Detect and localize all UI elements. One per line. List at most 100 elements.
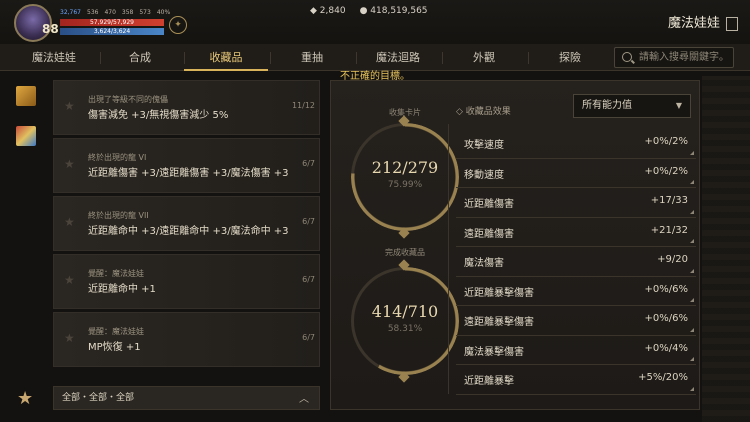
effect-value: +5%/20%: [638, 372, 688, 383]
stat-5: 573: [139, 9, 151, 16]
item-effect: 傷害減免 +3/無視傷害減少 5%: [88, 110, 229, 121]
effect-row: 遠距離傷害 +21/32: [456, 218, 696, 247]
cards-value: 212/279: [371, 158, 439, 177]
combat-power-stat: 32,767: [60, 9, 81, 16]
effect-value: +17/33: [650, 195, 688, 206]
chevron-down-icon: ▼: [675, 101, 682, 110]
filter-dropdown[interactable]: 全部・全部・全部 ︿: [53, 386, 320, 410]
player-stats: 32,767 536 470 358 573 40%: [60, 9, 170, 16]
currency-display: ◆ 2,840 ● 418,519,565: [310, 6, 428, 16]
effect-row: 近距離暴擊 +5%/20%: [456, 365, 696, 395]
item-subtitle: 覺醒：魔法娃娃: [88, 327, 144, 336]
decorative-border: [702, 76, 750, 422]
effect-row: 魔法傷害 +9/20: [456, 247, 696, 277]
cards-progress-arc: [351, 123, 459, 231]
effect-row: 魔法暴擊傷害 +0%/4%: [456, 336, 696, 365]
completed-progress-ring: 414/710 58.31%: [351, 259, 459, 383]
effect-value: +21/32: [650, 224, 688, 236]
mp-bar: 3,624/3,624: [60, 28, 164, 35]
diamond-icon: ◆: [310, 6, 320, 16]
stat-filter-dropdown[interactable]: 所有能力值 ▼: [573, 94, 691, 118]
diamond-currency: ◆ 2,840: [310, 6, 346, 16]
effect-name: 魔法傷害: [464, 258, 504, 269]
corner-mark: [690, 268, 694, 273]
effect-value: +0%/4%: [644, 342, 688, 354]
window-title-area: 魔法娃娃: [668, 12, 738, 31]
completed-value: 414/710: [371, 302, 439, 321]
item-count: 11/12: [291, 101, 315, 110]
effect-row: 遠距離暴擊傷害 +0%/6%: [456, 306, 696, 336]
search-placeholder: 請輸入搜尋關鍵字。: [639, 52, 729, 63]
completed-label: 完成收藏品: [385, 248, 425, 257]
item-count: 6/7: [302, 333, 315, 342]
effect-name: 近距離暴擊傷害: [464, 287, 534, 299]
favorite-star-icon[interactable]: ★: [64, 331, 75, 345]
effect-name: 攻擊速度: [464, 140, 504, 151]
player-level: 88: [42, 22, 59, 36]
favorite-star-icon[interactable]: ★: [64, 215, 75, 229]
search-input[interactable]: 請輸入搜尋關鍵字。: [614, 47, 734, 68]
stat-4: 358: [121, 9, 134, 16]
spellbook-icon[interactable]: [16, 126, 36, 146]
corner-mark: [690, 327, 694, 332]
favorite-star-icon[interactable]: ★: [64, 99, 75, 113]
hp-bar: 57,929/57,929: [60, 19, 164, 26]
favorite-star-icon[interactable]: ★: [64, 273, 75, 287]
filter-label: 全部・全部・全部: [62, 393, 135, 403]
window-title: 魔法娃娃: [667, 16, 720, 31]
chevron-up-icon: ︿: [299, 394, 309, 405]
stat-2: 536: [87, 9, 99, 16]
list-item[interactable]: ★ 覺醒：魔法娃娃 MP恢復 +1 6/7: [53, 312, 320, 367]
effect-value: +0%/6%: [644, 283, 688, 295]
collection-list: ★ 出現了等級不同的傀儡 傷害減免 +3/無視傷害減少 5% 11/12 ★ 終…: [53, 80, 320, 380]
favorite-star-icon[interactable]: ★: [64, 157, 75, 171]
corner-mark: [690, 357, 694, 361]
completed-percent: 58.31%: [387, 324, 423, 334]
item-count: 6/7: [302, 275, 315, 284]
effect-row: 移動速度 +0%/2%: [456, 159, 696, 188]
completed-progress-arc: [351, 267, 459, 375]
book-icon[interactable]: [16, 86, 36, 106]
item-subtitle: 覺醒：魔法娃娃: [88, 269, 144, 278]
cards-percent: 75.99%: [387, 180, 423, 190]
effect-value: +0%/2%: [644, 136, 688, 147]
stat-6: 40%: [156, 9, 171, 16]
gold-currency: ● 418,519,565: [359, 6, 428, 16]
guild-emblem-icon[interactable]: ✦: [169, 16, 187, 34]
favorite-star-icon[interactable]: ★: [17, 388, 33, 409]
effect-name: 移動速度: [464, 169, 504, 181]
stat-3: 470: [104, 9, 116, 16]
corner-mark: [690, 239, 694, 243]
corner-mark: [690, 298, 694, 302]
corner-mark: [690, 386, 694, 391]
list-item[interactable]: ★ 覺醒：魔法娃娃 近距離命中 +1 6/7: [53, 254, 320, 309]
gold-coin-icon: ●: [359, 6, 371, 16]
effect-value: +0%/2%: [644, 165, 688, 177]
item-effect: 近距離傷害 +3/遠距離傷害 +3/魔法傷害 +3: [88, 168, 289, 179]
item-subtitle: 終於出現的龍 VI: [88, 153, 147, 162]
top-hud: 88 32,767 536 470 358 573 40% 57,929/57,…: [0, 0, 750, 44]
effect-row: 近距離暴擊傷害 +0%/6%: [456, 277, 696, 306]
effect-name: 近距離傷害: [464, 199, 514, 210]
list-item[interactable]: ★ 終於出現的龍 VII 近距離命中 +3/遠距離命中 +3/魔法命中 +3 6…: [53, 196, 320, 251]
effect-row: 攻擊速度 +0%/2%: [456, 129, 696, 159]
status-bars: 57,929/57,929 3,624/3,624: [60, 19, 164, 37]
list-item[interactable]: ★ 終於出現的龍 VI 近距離傷害 +3/遠距離傷害 +3/魔法傷害 +3 6/…: [53, 138, 320, 193]
list-item[interactable]: ★ 出現了等級不同的傀儡 傷害減免 +3/無視傷害減少 5% 11/12: [53, 80, 320, 135]
effect-name: 魔法暴擊傷害: [464, 346, 524, 358]
effect-row: 近距離傷害 +17/33: [456, 188, 696, 218]
item-subtitle: 出現了等級不同的傀儡: [88, 95, 168, 104]
effect-name: 遠距離暴擊傷害: [464, 317, 534, 328]
effects-title: 收藏品效果: [456, 104, 511, 117]
effect-value: +9/20: [657, 254, 688, 265]
dropdown-value: 所有能力值: [582, 100, 632, 111]
item-effect: 近距離命中 +1: [88, 284, 156, 295]
effect-name: 遠距離傷害: [464, 228, 514, 240]
search-icon: [622, 52, 632, 62]
corner-mark: [690, 180, 694, 184]
item-count: 6/7: [302, 159, 315, 168]
exit-icon[interactable]: [726, 16, 738, 31]
effect-value: +0%/6%: [644, 313, 688, 324]
item-subtitle: 終於出現的龍 VII: [88, 211, 149, 220]
effects-list: 攻擊速度 +0%/2% 移動速度 +0%/2% 近距離傷害 +17/33 遠距離傷害 +…: [456, 129, 696, 395]
